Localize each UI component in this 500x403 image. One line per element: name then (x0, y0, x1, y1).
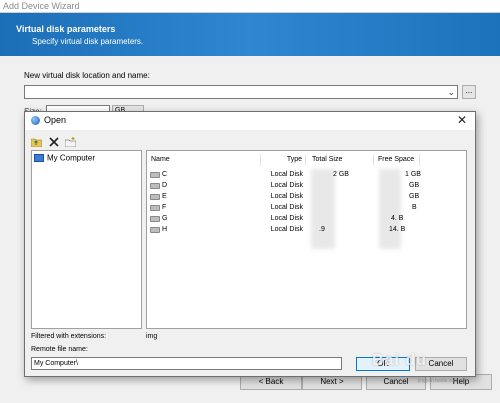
row-name: E (162, 193, 167, 200)
row-type: Local Disk (270, 171, 303, 178)
app-icon (31, 116, 40, 125)
row-type: Local Disk (270, 182, 303, 189)
watermark-subtext: jingyan.baidu.com (418, 378, 459, 384)
wizard-header-title: Virtual disk parameters (16, 24, 116, 34)
row-type: Local Disk (270, 215, 303, 222)
table-row[interactable]: C Local Disk 2 GB 1 GB (147, 170, 468, 180)
drive-icon (150, 172, 160, 178)
row-type: Local Disk (270, 226, 303, 233)
tree-item-my-computer[interactable]: My Computer (34, 153, 95, 163)
wizard-title-bar: Add Device Wizard (0, 0, 500, 13)
row-free: GB (409, 193, 420, 200)
column-header-type[interactable]: Type (261, 154, 306, 166)
chevron-down-icon[interactable]: ⌄ (447, 86, 455, 98)
location-label: New virtual disk location and name: (24, 71, 150, 80)
filter-value: img (146, 333, 158, 340)
remote-file-label: Remote file name: (31, 346, 88, 353)
row-name: D (162, 182, 168, 189)
drive-icon (150, 194, 160, 200)
close-icon[interactable]: ✕ (457, 113, 467, 127)
row-free: GB (409, 182, 420, 189)
browse-button[interactable]: ... (462, 85, 476, 99)
dialog-title-bar: Open ✕ (25, 112, 475, 130)
table-row[interactable]: D Local Disk GB (147, 181, 468, 191)
open-dialog: Open ✕ My Computer Name Type Total Size … (24, 111, 476, 377)
column-header-free-space[interactable]: Free Space (374, 154, 420, 166)
wizard-header: Virtual disk parameters Specify virtual … (0, 13, 500, 56)
drive-icon (150, 205, 160, 211)
tree-item-label: My Computer (47, 153, 96, 163)
computer-icon (34, 153, 44, 162)
folder-tree[interactable]: My Computer (31, 150, 142, 329)
drive-icon (150, 227, 160, 233)
row-free: 4. B (391, 215, 404, 222)
row-name: C (162, 171, 168, 178)
column-header-total-size[interactable]: Total Size (308, 154, 374, 166)
row-total: .9 (319, 226, 325, 233)
location-combobox[interactable]: ⌄ (24, 85, 458, 99)
table-row[interactable]: H Local Disk .9 14. B (147, 225, 468, 235)
table-row[interactable]: E Local Disk GB (147, 192, 468, 202)
row-name: G (162, 215, 168, 222)
filter-label: Filtered with extensions: (31, 333, 107, 340)
delete-icon[interactable] (49, 137, 59, 147)
file-list[interactable]: Name Type Total Size Free Space C Local … (146, 150, 467, 329)
watermark-logo: Bai du (372, 352, 427, 369)
remote-file-input[interactable]: My Computer\ (31, 357, 342, 370)
row-type: Local Disk (270, 193, 303, 200)
dialog-title: Open (44, 115, 67, 125)
wizard-header-subtitle: Specify virtual disk parameters. (32, 37, 144, 46)
row-total: 2 GB (333, 171, 349, 178)
new-folder-icon[interactable] (64, 137, 77, 148)
table-row[interactable]: G Local Disk 4. B (147, 214, 468, 224)
row-free: 1 GB (405, 171, 421, 178)
row-name: F (162, 204, 167, 211)
table-row[interactable]: F Local Disk B (147, 203, 468, 213)
row-free: B (412, 204, 417, 211)
drive-icon (150, 183, 160, 189)
row-free: 14. B (389, 226, 406, 233)
row-name: H (162, 226, 168, 233)
wizard-title: Add Device Wizard (3, 1, 80, 11)
row-type: Local Disk (270, 204, 303, 211)
folder-up-icon[interactable] (30, 137, 43, 148)
drive-icon (150, 216, 160, 222)
column-header-name[interactable]: Name (151, 154, 261, 166)
